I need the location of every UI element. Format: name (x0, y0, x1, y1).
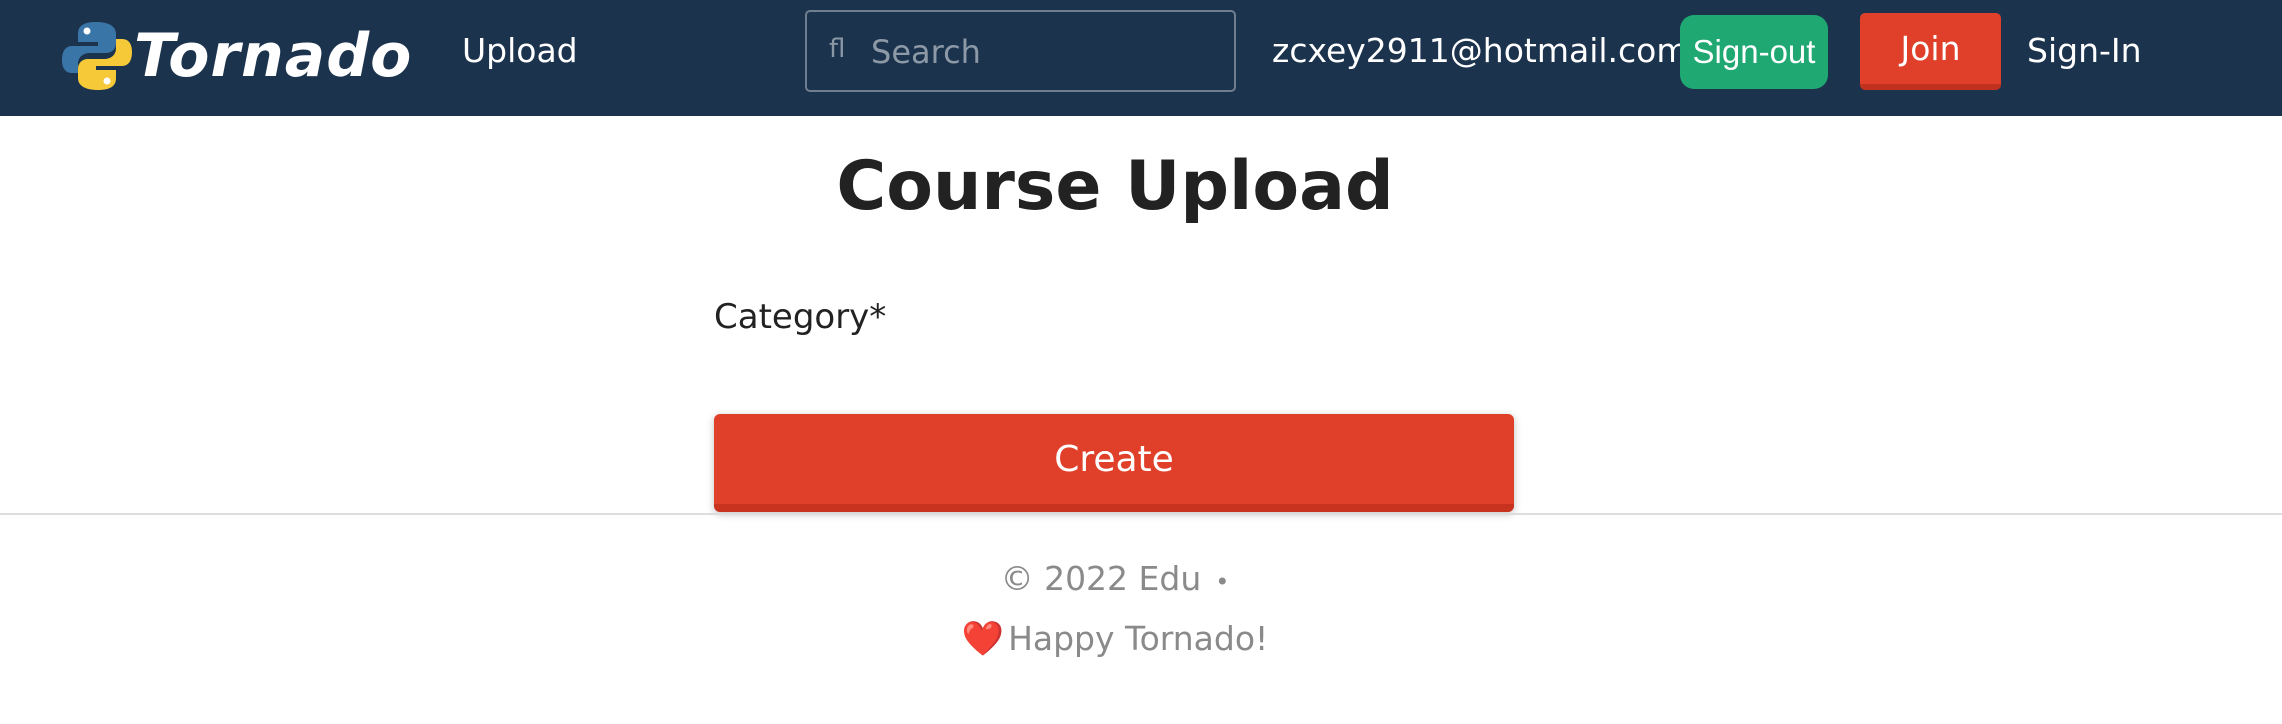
signout-button[interactable]: Sign-out (1680, 15, 1828, 89)
search-input[interactable] (869, 26, 1229, 78)
user-email: zcxey2911@hotmail.com (1272, 31, 1689, 70)
brand-name: Tornado (134, 21, 413, 91)
footer-copyright: © 2022 Edu (1000, 559, 1202, 598)
footer-copyright-line: © 2022 Edu • (0, 562, 2230, 595)
navbar: Tornado Upload fl zcxey2911@hotmail.com … (0, 0, 2282, 116)
join-button[interactable]: Join (1860, 13, 2001, 90)
python-logo-icon (62, 22, 132, 90)
search-box: fl (805, 10, 1236, 92)
brand-link[interactable]: Tornado (62, 16, 412, 96)
footer-tagline-line: ❤️ Happy Tornado! (0, 622, 2230, 656)
footer-tagline: Happy Tornado! (1008, 619, 1269, 658)
footer-divider (0, 513, 2282, 515)
page-title: Course Upload (836, 147, 1394, 226)
signin-link[interactable]: Sign-In (2027, 34, 2142, 67)
footer-separator: • (1215, 568, 1230, 596)
create-button[interactable]: Create (714, 414, 1514, 512)
search-icon: fl (829, 34, 846, 64)
nav-upload-link[interactable]: Upload (462, 34, 578, 67)
category-label: Category* (714, 297, 887, 337)
heart-icon: ❤️ (961, 619, 1005, 659)
